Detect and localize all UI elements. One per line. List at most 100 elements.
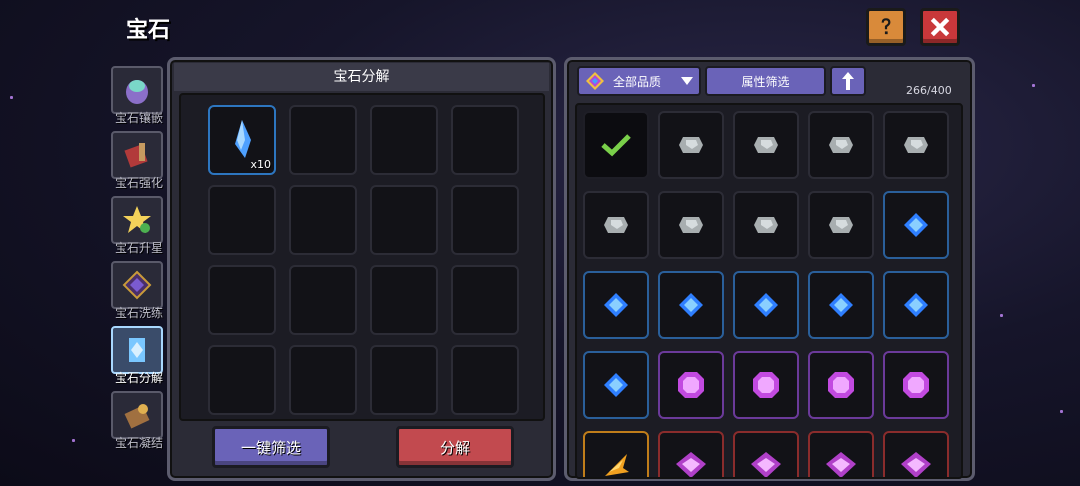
decompose-slot[interactable] bbox=[370, 265, 438, 335]
decompose-slot[interactable] bbox=[451, 185, 519, 255]
gray-gem-icon bbox=[829, 217, 853, 233]
tab-gem-reroll[interactable]: 宝石洗练 bbox=[108, 261, 166, 323]
gold-gem-icon bbox=[605, 454, 629, 476]
gem-upgrade-icon bbox=[111, 131, 163, 179]
close-icon bbox=[930, 17, 950, 37]
close-button[interactable] bbox=[920, 8, 960, 46]
tab-gem-decompose[interactable]: 宝石分解 bbox=[108, 326, 166, 388]
decompose-slot[interactable] bbox=[289, 345, 357, 415]
decompose-slot-grid: x10 bbox=[179, 93, 545, 421]
inventory-slot[interactable] bbox=[808, 191, 874, 259]
inventory-capacity: 266/400 bbox=[906, 84, 952, 97]
red-gem-icon bbox=[826, 452, 856, 477]
attribute-filter-button[interactable]: 属性筛选 bbox=[705, 66, 826, 96]
inventory-slot[interactable] bbox=[808, 351, 874, 419]
inventory-slot[interactable] bbox=[733, 271, 799, 339]
star-decoration bbox=[1032, 84, 1035, 87]
inventory-slot[interactable] bbox=[883, 431, 949, 477]
inventory-slot[interactable] bbox=[883, 191, 949, 259]
inventory-slot[interactable] bbox=[808, 111, 874, 179]
star-decoration bbox=[1060, 410, 1063, 413]
blue-gem-icon bbox=[754, 293, 778, 317]
tab-sidebar: 宝石镶嵌 宝石强化 宝石升星 宝石洗练 宝石分解 宝石凝结 bbox=[108, 66, 170, 456]
tab-gem-condense[interactable]: 宝石凝结 bbox=[108, 391, 166, 453]
decompose-slot[interactable] bbox=[370, 105, 438, 175]
chevron-down-icon bbox=[681, 77, 693, 85]
rainbow-gem-icon bbox=[586, 72, 604, 90]
inventory-slot[interactable] bbox=[583, 431, 649, 477]
decompose-slot[interactable] bbox=[208, 345, 276, 415]
gray-gem-icon bbox=[754, 217, 778, 233]
star-decoration bbox=[72, 439, 75, 442]
gray-gem-icon bbox=[829, 137, 853, 153]
decompose-slot[interactable] bbox=[289, 105, 357, 175]
decompose-slot[interactable] bbox=[451, 265, 519, 335]
inventory-slot[interactable] bbox=[733, 351, 799, 419]
inventory-slot[interactable] bbox=[883, 271, 949, 339]
inventory-slot[interactable] bbox=[808, 271, 874, 339]
gray-gem-icon bbox=[604, 217, 628, 233]
tab-label: 宝石镶嵌 bbox=[114, 111, 163, 125]
inventory-slot[interactable] bbox=[883, 351, 949, 419]
decompose-button[interactable]: 分解 bbox=[396, 426, 514, 468]
inventory-slot[interactable] bbox=[733, 431, 799, 477]
inventory-slot[interactable] bbox=[658, 111, 724, 179]
star-decoration bbox=[1000, 314, 1003, 317]
inventory-grid bbox=[575, 103, 963, 479]
inventory-slot[interactable] bbox=[658, 431, 724, 477]
quality-dropdown[interactable]: 全部品质 bbox=[577, 66, 701, 96]
decompose-slot[interactable] bbox=[451, 345, 519, 415]
inventory-slot[interactable] bbox=[583, 271, 649, 339]
arrow-up-icon bbox=[842, 72, 854, 90]
inventory-slot[interactable] bbox=[658, 271, 724, 339]
gray-gem-icon bbox=[754, 137, 778, 153]
decompose-slot[interactable]: x10 bbox=[208, 105, 276, 175]
checkmark-icon bbox=[601, 134, 631, 157]
decompose-slot[interactable] bbox=[370, 185, 438, 255]
tab-gem-star[interactable]: 宝石升星 bbox=[108, 196, 166, 258]
panel-title: 宝石分解 bbox=[174, 63, 549, 91]
tab-gem-upgrade[interactable]: 宝石强化 bbox=[108, 131, 166, 193]
help-button[interactable] bbox=[866, 8, 906, 46]
blue-gem-icon bbox=[904, 293, 928, 317]
blue-gem-icon bbox=[829, 293, 853, 317]
inventory-slot[interactable] bbox=[808, 431, 874, 477]
inventory-slot[interactable] bbox=[583, 191, 649, 259]
gem-condense-icon bbox=[111, 391, 163, 439]
decompose-slot[interactable] bbox=[289, 185, 357, 255]
red-gem-icon bbox=[676, 452, 706, 477]
gem-inlay-icon bbox=[111, 66, 163, 114]
purple-gem-icon bbox=[903, 372, 929, 398]
decompose-slot[interactable] bbox=[451, 105, 519, 175]
tab-label: 宝石升星 bbox=[114, 241, 163, 255]
red-gem-icon bbox=[901, 452, 931, 477]
purple-gem-icon bbox=[753, 372, 779, 398]
gem-decompose-icon bbox=[111, 326, 163, 374]
inventory-slot[interactable] bbox=[733, 111, 799, 179]
inventory-slot[interactable] bbox=[658, 351, 724, 419]
decompose-slot[interactable] bbox=[208, 185, 276, 255]
tab-label: 宝石凝结 bbox=[114, 436, 163, 450]
gray-gem-icon bbox=[904, 137, 928, 153]
item-count: x10 bbox=[250, 158, 271, 171]
decompose-slot[interactable] bbox=[370, 345, 438, 415]
red-gem-icon bbox=[751, 452, 781, 477]
gray-gem-icon bbox=[679, 137, 703, 153]
decompose-slot[interactable] bbox=[289, 265, 357, 335]
inventory-slot[interactable] bbox=[583, 111, 649, 179]
tab-gem-inlay[interactable]: 宝石镶嵌 bbox=[108, 66, 166, 128]
star-decoration bbox=[10, 96, 13, 99]
inventory-slot[interactable] bbox=[583, 351, 649, 419]
sort-button[interactable] bbox=[830, 66, 866, 96]
tab-label: 宝石洗练 bbox=[114, 306, 163, 320]
tab-label: 宝石强化 bbox=[114, 176, 163, 190]
blue-gem-icon bbox=[904, 213, 928, 237]
inventory-slot[interactable] bbox=[658, 191, 724, 259]
gem-reroll-icon bbox=[111, 261, 163, 309]
decompose-slot[interactable] bbox=[208, 265, 276, 335]
inventory-slot[interactable] bbox=[733, 191, 799, 259]
inventory-slot[interactable] bbox=[883, 111, 949, 179]
quick-filter-button[interactable]: 一键筛选 bbox=[212, 426, 330, 468]
blue-gem-icon bbox=[604, 373, 628, 397]
blue-gem-icon bbox=[604, 293, 628, 317]
